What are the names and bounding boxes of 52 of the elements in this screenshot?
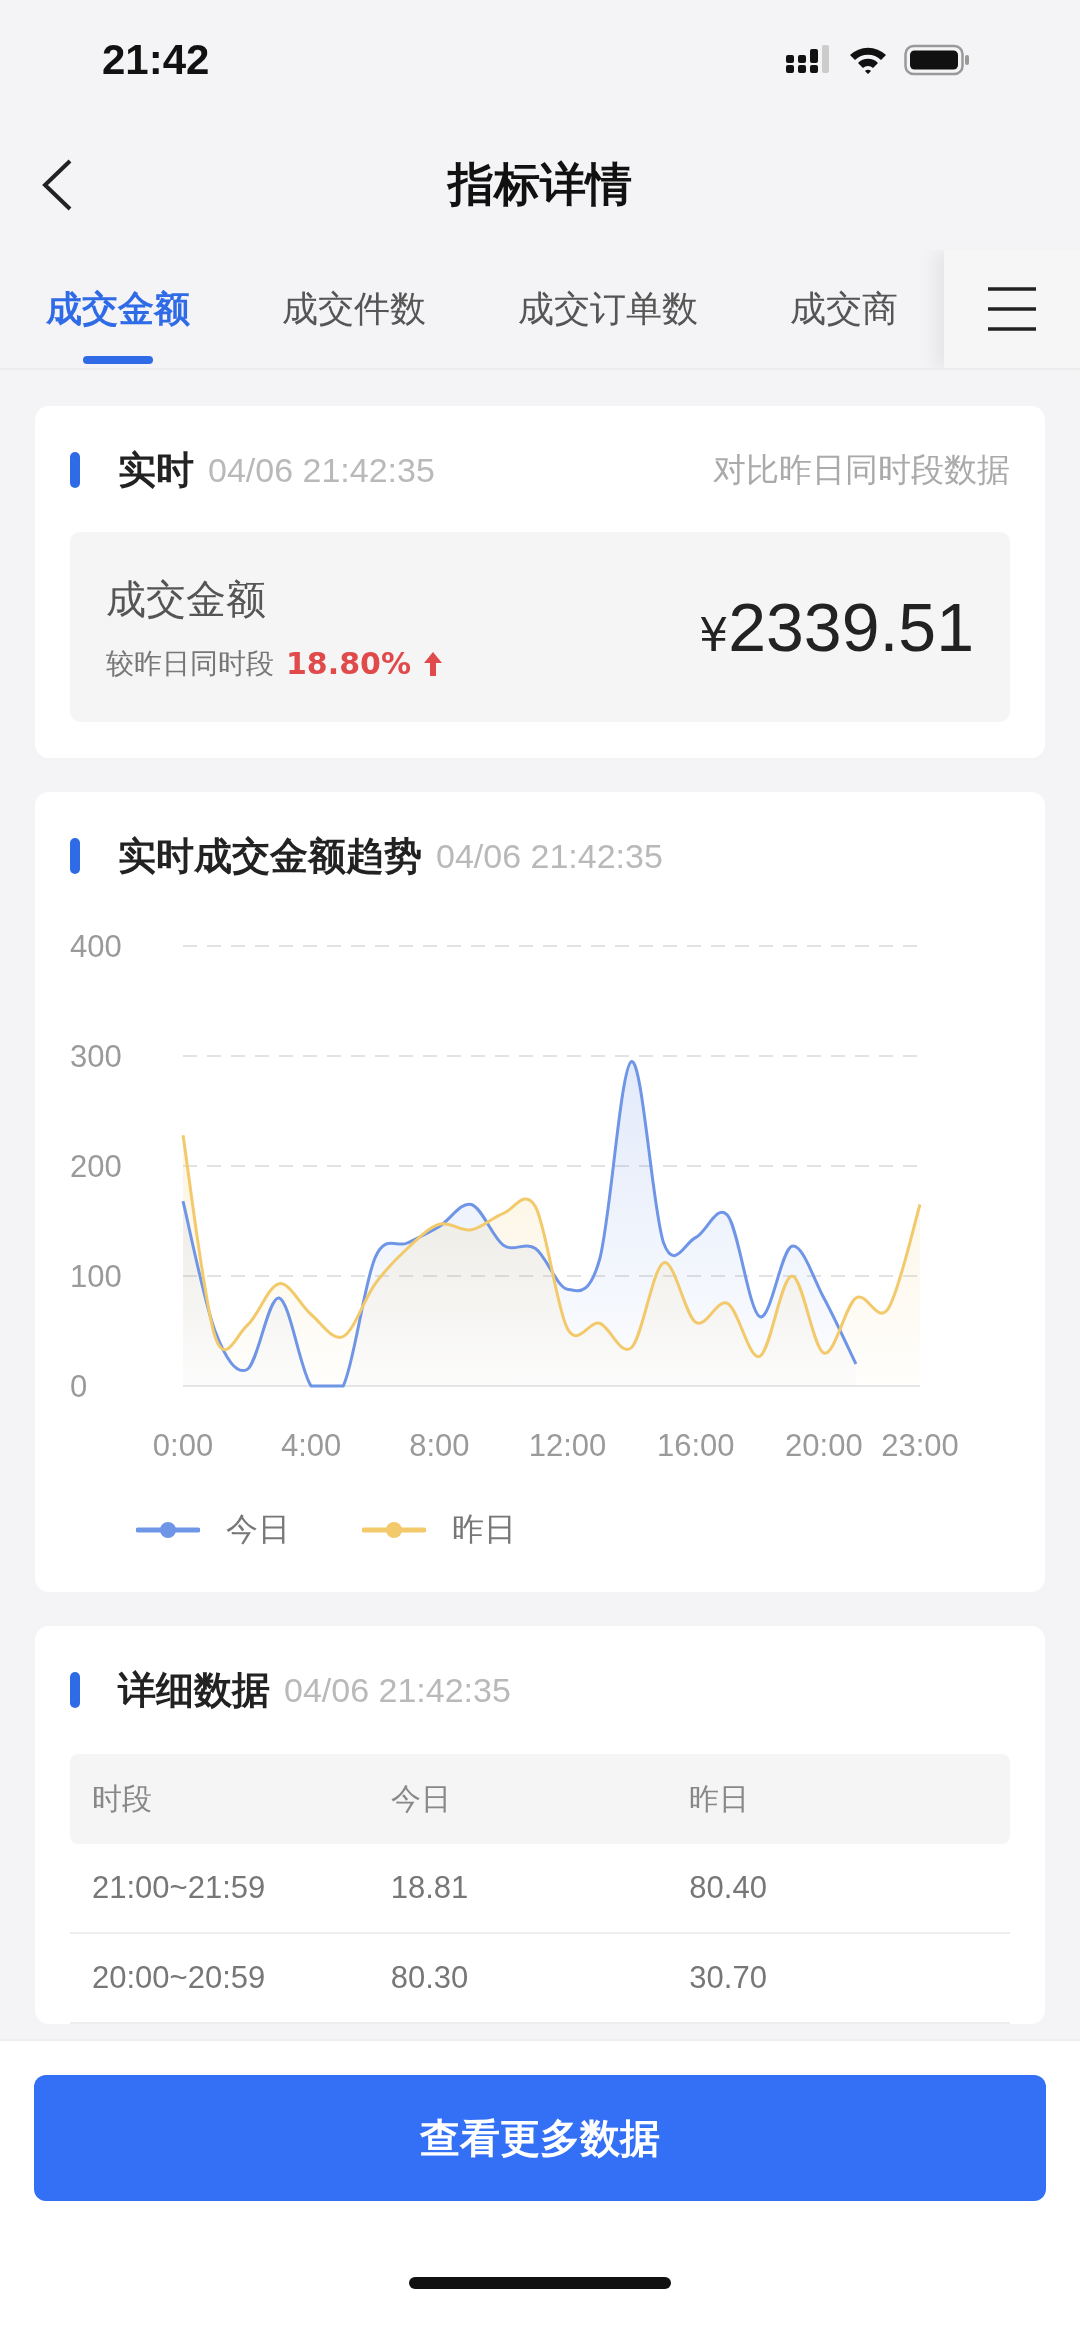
column-header: 昨日 — [689, 1779, 751, 1818]
x-axis-label: 4:00 — [281, 1428, 342, 1463]
legend-marker — [136, 1520, 200, 1540]
section-marker — [70, 1672, 80, 1708]
table-cell-text: 20:00~20:59 — [92, 1960, 267, 1996]
legend-marker — [362, 1520, 426, 1540]
y-axis-label: 200 — [70, 1149, 122, 1184]
menu-button[interactable] — [944, 250, 1080, 368]
change-percent: 18.80% — [286, 646, 411, 681]
y-axis-label: 400 — [70, 929, 122, 964]
y-axis-label: 300 — [70, 1039, 122, 1074]
back-icon[interactable] — [40, 158, 74, 212]
metric-tab[interactable]: 成交件数 — [282, 250, 426, 368]
column-header: 今日 — [390, 1779, 452, 1818]
table-cell-text: 18.81 — [390, 1870, 470, 1906]
menu-icon — [986, 286, 1038, 332]
wifi-icon — [848, 45, 888, 75]
timestamp: 04/06 21:42:35 — [284, 1670, 511, 1710]
status-time: 21:42 — [102, 36, 210, 84]
x-axis-label: 16:00 — [656, 1428, 735, 1463]
table-cell-text: 21:00~21:59 — [92, 1870, 267, 1906]
timestamp: 04/06 21:42:35 — [208, 450, 435, 490]
section-marker — [70, 452, 80, 488]
section-title: 实时 — [118, 446, 194, 494]
section-marker — [70, 838, 80, 874]
metric-label: 成交金额 — [106, 574, 267, 624]
table-cell-text: 80.30 — [390, 1960, 470, 1996]
signal-icon — [786, 45, 832, 75]
x-axis-label: 20:00 — [785, 1428, 863, 1463]
battery-icon — [904, 44, 970, 76]
metric-tab[interactable]: 成交金额 — [46, 250, 190, 368]
legend-label: 今日 — [226, 1509, 290, 1550]
section-title: 详细数据 — [118, 1666, 270, 1714]
table-cell-text: 30.70 — [689, 1960, 768, 1996]
table-cell-text: 80.40 — [689, 1870, 768, 1906]
more-data-button[interactable]: 查看更多数据 — [34, 2075, 1046, 2201]
x-axis-label: 8:00 — [409, 1428, 470, 1463]
page-title: 指标详情 — [448, 156, 632, 213]
y-axis-label: 100 — [70, 1259, 122, 1294]
y-axis-label: 0 — [70, 1369, 88, 1404]
x-axis-label: 23:00 — [881, 1428, 959, 1463]
metric-tab[interactable]: 成交订单数 — [518, 250, 698, 368]
x-axis-label: 12:00 — [528, 1428, 607, 1463]
timestamp: 04/06 21:42:35 — [436, 836, 663, 876]
column-header: 时段 — [92, 1779, 153, 1818]
metric-value: 2339.51 — [728, 588, 974, 666]
x-axis-label: 0:00 — [152, 1428, 214, 1463]
compare-label: 较昨日同时段 — [106, 645, 274, 682]
currency-sign: ¥ — [698, 608, 729, 662]
legend-label: 昨日 — [452, 1509, 516, 1550]
metric-tab[interactable]: 成交商 — [790, 250, 898, 368]
section-title: 实时成交金额趋势 — [118, 832, 422, 880]
